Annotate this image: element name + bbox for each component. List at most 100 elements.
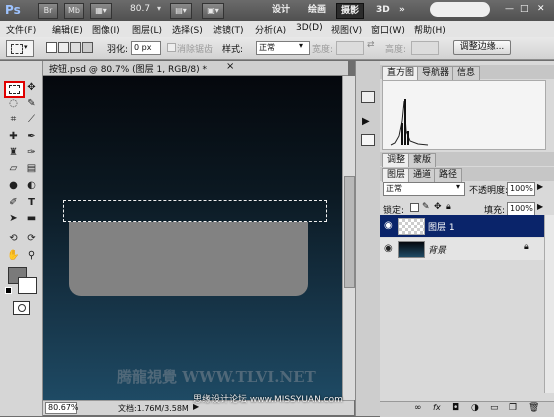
adjustment-icon[interactable]: ◑ <box>471 403 479 413</box>
actions-panel-icon[interactable]: ▶ <box>362 116 370 127</box>
fill-input[interactable]: 100% <box>507 202 535 216</box>
spot-healing-tool-icon[interactable]: ✚ <box>6 129 21 144</box>
opacity-input[interactable]: 100% <box>507 182 535 196</box>
tool-preset-picker[interactable]: ▾ <box>6 40 34 57</box>
quick-selection-tool-icon[interactable]: ✎ <box>24 96 39 111</box>
shape-tool-icon[interactable]: ▬ <box>24 211 39 226</box>
new-selection-icon[interactable] <box>46 42 57 53</box>
window-minimize-button[interactable]: — <box>505 4 514 14</box>
document-close-icon[interactable]: × <box>226 61 234 72</box>
bridge-button[interactable]: Br <box>38 3 58 19</box>
menu-filter[interactable]: 滤镜(T) <box>213 23 244 36</box>
link-icon[interactable]: ∞ <box>414 403 422 413</box>
move-tool-icon[interactable]: ✥ <box>24 80 39 95</box>
brush-tool-icon[interactable]: ✒ <box>24 129 39 144</box>
lock-position-icon[interactable]: ✥ <box>434 202 442 212</box>
window-maximize-button[interactable]: □ <box>520 4 529 14</box>
path-selection-tool-icon[interactable]: ➤ <box>6 211 21 226</box>
trash-icon[interactable]: 🗑︎ <box>528 403 539 413</box>
swap-dimensions-icon[interactable]: ⇄ <box>367 40 375 50</box>
zoom-tool-icon[interactable]: ⚲ <box>24 248 39 263</box>
clone-stamp-tool-icon[interactable]: ♜ <box>6 145 21 160</box>
background-color-swatch[interactable] <box>18 277 37 294</box>
group-icon[interactable]: ▭ <box>490 403 499 413</box>
pen-tool-icon[interactable]: ✐ <box>6 195 21 210</box>
feather-label: 羽化: <box>107 45 129 55</box>
menu-analysis[interactable]: 分析(A) <box>255 23 286 36</box>
zoom-status-field[interactable]: 80.67% <box>45 402 79 414</box>
menu-layer[interactable]: 图层(L) <box>132 23 162 36</box>
3d-rotate-tool-icon[interactable]: ⟲ <box>6 231 21 246</box>
gradient-tool-icon[interactable]: ▤ <box>24 161 39 176</box>
eye-icon[interactable]: ◉ <box>384 220 393 231</box>
tab-histogram[interactable]: 直方图 <box>382 66 420 80</box>
quick-mask-icon[interactable] <box>13 301 30 315</box>
lasso-tool-icon[interactable]: ◌ <box>6 96 21 111</box>
history-brush-tool-icon[interactable]: ✑ <box>24 145 39 160</box>
workspace-3d[interactable]: 3D <box>372 3 394 17</box>
menu-image[interactable]: 图像(I) <box>92 23 120 36</box>
menu-window[interactable]: 窗口(W) <box>371 23 405 36</box>
screen-mode-button[interactable]: ▣▾ <box>202 3 224 19</box>
height-input[interactable] <box>411 41 439 55</box>
document-canvas[interactable]: 腾龍視覺 WWW.TLVI.NET <box>43 76 342 400</box>
layer-row-background[interactable]: ◉ 背景 🔒︎ <box>380 238 544 260</box>
refine-edge-button[interactable]: 调整边缘... <box>453 40 511 55</box>
tab-masks[interactable]: 蒙版 <box>408 153 437 167</box>
tab-paths[interactable]: 路径 <box>434 168 463 182</box>
width-input[interactable] <box>336 41 364 55</box>
tab-navigator[interactable]: 导航器 <box>417 66 455 80</box>
intersect-selection-icon[interactable] <box>82 42 93 53</box>
histogram-panel-icon[interactable] <box>361 91 375 103</box>
mini-bridge-button[interactable]: Mb <box>64 3 84 19</box>
tab-layers[interactable]: 图层 <box>382 168 411 182</box>
workspace-design[interactable]: 设计 <box>268 3 294 17</box>
scroll-thumb[interactable] <box>344 176 355 288</box>
layer-row-layer1[interactable]: ◉ 图层 1 <box>380 215 544 237</box>
more-workspaces-chevron[interactable]: » <box>395 3 409 17</box>
feather-input[interactable]: 0 px <box>131 41 161 55</box>
vertical-scrollbar[interactable] <box>342 76 355 400</box>
zoom-dropdown-icon[interactable]: ▾ <box>157 4 161 13</box>
hand-tool-icon[interactable]: ✋ <box>6 248 21 263</box>
workspace-photography[interactable]: 摄影 <box>336 3 365 19</box>
new-layer-icon[interactable]: ❐ <box>509 403 517 413</box>
3d-orbit-tool-icon[interactable]: ⟳ <box>24 231 39 246</box>
eye-icon[interactable]: ◉ <box>384 243 393 254</box>
fill-arrow-icon[interactable]: ▶ <box>537 202 543 211</box>
menu-edit[interactable]: 编辑(E) <box>52 23 83 36</box>
menu-select[interactable]: 选择(S) <box>172 23 203 36</box>
type-tool-icon[interactable]: T <box>24 195 39 210</box>
blur-tool-icon[interactable]: ● <box>6 178 21 193</box>
eyedropper-tool-icon[interactable]: ⟋ <box>24 112 39 127</box>
lock-all-icon[interactable]: 🔒︎ <box>446 202 451 212</box>
blend-mode-select[interactable]: 正常 <box>383 182 465 196</box>
menu-file[interactable]: 文件(F) <box>6 23 36 36</box>
workspace-painting[interactable]: 绘画 <box>304 3 330 17</box>
opacity-arrow-icon[interactable]: ▶ <box>537 182 543 191</box>
zoom-level[interactable]: 80.7 <box>130 4 150 14</box>
history-panel-icon[interactable] <box>361 134 375 146</box>
antialias-checkbox[interactable] <box>167 43 176 52</box>
menu-help[interactable]: 帮助(H) <box>414 23 446 36</box>
subtract-selection-icon[interactable] <box>70 42 81 53</box>
arrange-documents-button[interactable]: ▤▾ <box>170 3 192 19</box>
add-selection-icon[interactable] <box>58 42 69 53</box>
fx-icon[interactable]: fx <box>433 403 441 412</box>
default-colors-icon[interactable] <box>5 287 12 294</box>
document-tab[interactable]: 按钮.psd @ 80.7% (图层 1, RGB/8) * × <box>43 61 348 76</box>
tab-channels[interactable]: 通道 <box>408 168 437 182</box>
eraser-tool-icon[interactable]: ▱ <box>6 161 21 176</box>
menu-view[interactable]: 视图(V) <box>331 23 362 36</box>
layers-scrollbar[interactable] <box>544 215 554 393</box>
window-close-button[interactable]: ✕ <box>537 4 545 14</box>
lock-pixels-icon[interactable]: ✎ <box>422 202 430 212</box>
dodge-tool-icon[interactable]: ◐ <box>24 178 39 193</box>
menu-3d[interactable]: 3D(D) <box>296 23 323 33</box>
mask-icon[interactable]: ◘ <box>452 403 459 413</box>
view-extras-button[interactable]: ▦▾ <box>90 3 112 19</box>
crop-tool-icon[interactable]: ⌗ <box>6 112 21 127</box>
tab-adjustments[interactable]: 调整 <box>382 153 411 167</box>
lock-transparency-icon[interactable] <box>410 203 419 212</box>
tab-info[interactable]: 信息 <box>452 66 481 80</box>
